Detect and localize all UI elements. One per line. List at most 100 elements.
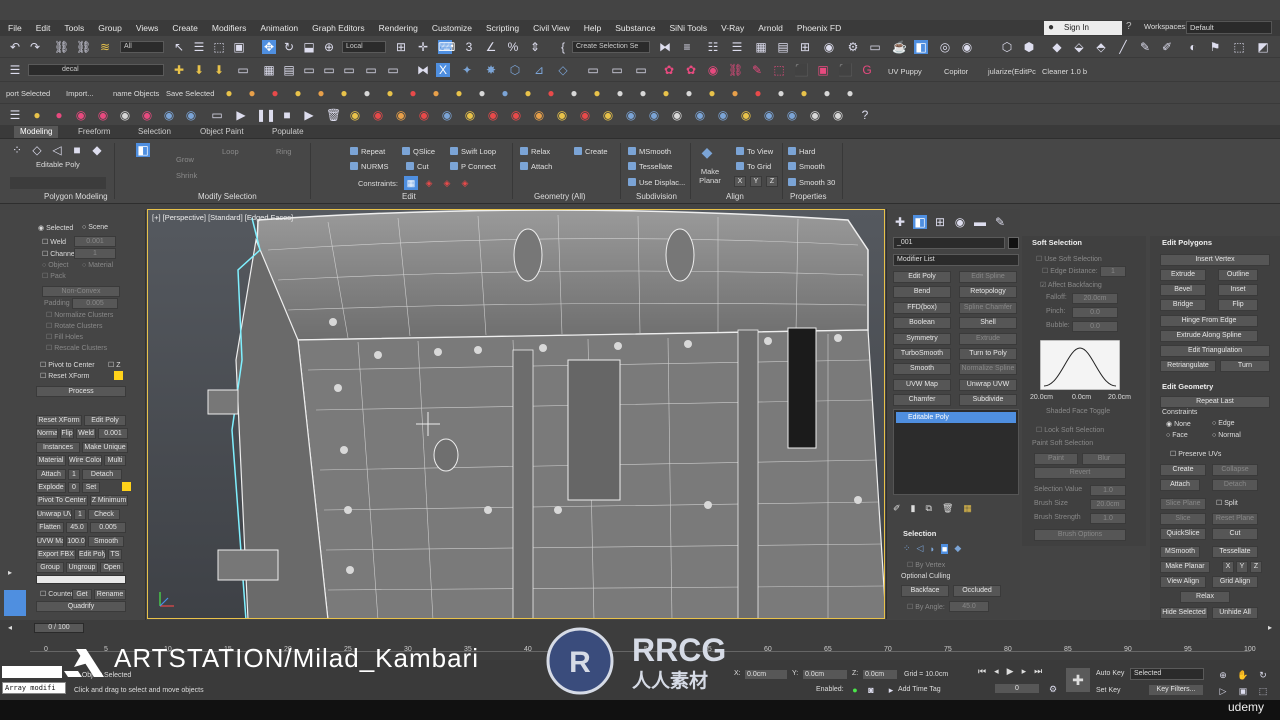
- color-d-icon[interactable]: ◉: [96, 108, 110, 122]
- spinner-snap-icon[interactable]: ⇕: [528, 40, 542, 54]
- mirror-icon[interactable]: ⧓: [658, 40, 672, 54]
- tessellate-button[interactable]: Tessellate: [628, 162, 672, 171]
- flip-button[interactable]: Flip: [1218, 299, 1258, 311]
- material-preset-icon[interactable]: ●: [222, 86, 236, 100]
- edit-named-selection-icon[interactable]: {: [556, 40, 570, 54]
- menu-item-tools[interactable]: Tools: [64, 23, 84, 33]
- use-soft-selection-checkbox[interactable]: ☐ Use Soft Selection: [1036, 255, 1102, 263]
- color-a-icon[interactable]: ●: [30, 108, 44, 122]
- y-coord-field[interactable]: 0.0cm: [802, 669, 848, 680]
- material-preset-icon[interactable]: ●: [636, 86, 650, 100]
- pivot-checkbox[interactable]: ☐ Pivot to Center: [40, 361, 95, 369]
- schematic-view-icon[interactable]: ⊞: [798, 40, 812, 54]
- script-f-icon[interactable]: ▭: [586, 63, 600, 77]
- planar-x-button[interactable]: X: [1222, 561, 1234, 573]
- material-preset-icon[interactable]: ●: [475, 86, 489, 100]
- fx-preset-icon[interactable]: ◉: [785, 108, 799, 122]
- material-preset-icon[interactable]: ●: [820, 86, 834, 100]
- quick-tool-button[interactable]: Set: [82, 482, 100, 493]
- smooth-button[interactable]: Smooth: [788, 162, 825, 171]
- script-p-icon[interactable]: ▣: [816, 63, 830, 77]
- tab-object-paint[interactable]: Object Paint: [194, 126, 250, 138]
- motion-tab-icon[interactable]: ◉: [953, 215, 967, 229]
- fx-preset-icon[interactable]: ◉: [532, 108, 546, 122]
- script-b-icon[interactable]: ✸: [484, 63, 498, 77]
- quick-tool-button[interactable]: Explode: [36, 482, 66, 493]
- material-preset-icon[interactable]: ●: [751, 86, 765, 100]
- tool-l-icon[interactable]: ◩: [1256, 40, 1270, 54]
- fx-preset-icon[interactable]: ◉: [486, 108, 500, 122]
- fov-icon[interactable]: ▷: [1216, 684, 1230, 698]
- fx-preset-icon[interactable]: ◉: [394, 108, 408, 122]
- menu-item-customize[interactable]: Customize: [432, 23, 472, 33]
- blur-button[interactable]: Blur: [1082, 453, 1126, 465]
- object-color-swatch[interactable]: [1008, 237, 1019, 249]
- expand-arrow-icon[interactable]: ▸: [8, 568, 12, 577]
- tool-g-icon[interactable]: ✎: [1138, 40, 1152, 54]
- display-tab-icon[interactable]: ▬: [973, 215, 987, 229]
- quick-tool-button[interactable]: Instances: [36, 441, 80, 453]
- menu-item-rendering[interactable]: Rendering: [379, 23, 418, 33]
- key-filters-button[interactable]: Key Filters...: [1148, 684, 1204, 696]
- view-align-button[interactable]: View Align: [1160, 576, 1206, 588]
- tool-f-icon[interactable]: ╱: [1116, 40, 1130, 54]
- make-planar-button[interactable]: Make Planar: [698, 167, 722, 185]
- hide-selected-button[interactable]: Hide Selected: [1160, 607, 1208, 619]
- named-selection-dropdown[interactable]: Create Selection Se: [572, 41, 650, 53]
- unlink-icon[interactable]: ⛓: [76, 40, 91, 54]
- turn-button[interactable]: Turn: [1220, 360, 1270, 372]
- quick-tool-button[interactable]: Ungroup: [66, 562, 98, 574]
- quick-tool-button[interactable]: 1: [68, 468, 80, 480]
- link-icon[interactable]: ⛓: [54, 40, 69, 54]
- script-e-icon[interactable]: ◇: [556, 63, 570, 77]
- script-a-icon[interactable]: ✦: [460, 63, 474, 77]
- orbit-icon[interactable]: ↻: [1256, 668, 1270, 682]
- set-key-big-icon[interactable]: ✚: [1066, 668, 1090, 692]
- reset-plane-button[interactable]: Reset Plane: [1212, 513, 1258, 525]
- quick-tool-button[interactable]: Z Minimum: [90, 495, 128, 507]
- auto-key-button[interactable]: Auto Key: [1096, 670, 1124, 677]
- extrude-along-spline-button[interactable]: Extrude Along Spline: [1160, 330, 1258, 342]
- border-mode-icon[interactable]: ◁: [50, 143, 64, 157]
- section-align[interactable]: Align: [726, 192, 744, 201]
- tool-k-icon[interactable]: ⬚: [1232, 40, 1246, 54]
- channel-checkbox[interactable]: ☐ Channel: [42, 250, 76, 258]
- toggle-ribbon-icon[interactable]: ▦: [754, 40, 768, 54]
- menu-item-help[interactable]: Help: [584, 23, 601, 33]
- modifier-button[interactable]: Boolean: [893, 317, 951, 330]
- section-polygon-modeling[interactable]: Polygon Modeling: [44, 192, 108, 201]
- fx-preset-icon[interactable]: ◉: [624, 108, 638, 122]
- quick-tool-button[interactable]: Open: [100, 562, 124, 574]
- modifier-button[interactable]: FFD(box): [893, 301, 951, 314]
- material-preset-icon[interactable]: ●: [797, 86, 811, 100]
- slice-plane-button[interactable]: Slice Plane: [1160, 498, 1206, 510]
- current-frame-field[interactable]: 0: [994, 683, 1040, 694]
- window-crossing-icon[interactable]: ▣: [232, 40, 246, 54]
- material-preset-icon[interactable]: ●: [291, 86, 305, 100]
- by-angle-value[interactable]: 45.0: [949, 601, 989, 612]
- script-g-icon[interactable]: ▭: [610, 63, 624, 77]
- fx-preset-icon[interactable]: ◉: [808, 108, 822, 122]
- fx-preset-icon[interactable]: ◉: [739, 108, 753, 122]
- time-tag-icon[interactable]: ▸: [884, 683, 898, 697]
- quick-tool-button[interactable]: Attach: [36, 468, 66, 480]
- quick-tool-button[interactable]: Weld: [76, 428, 96, 440]
- rename-button[interactable]: Rename: [94, 589, 126, 600]
- ring-button[interactable]: Ring: [276, 147, 291, 156]
- quickslice-button[interactable]: QuickSlice: [1160, 528, 1206, 540]
- cleaner-button[interactable]: Cleaner 1.0 b: [1042, 67, 1087, 76]
- uv-puppy-button[interactable]: UV Puppy: [888, 67, 922, 76]
- make-unique-icon[interactable]: ⧉: [926, 503, 932, 514]
- symmetry-tool-icon[interactable]: ⧓: [416, 63, 430, 77]
- channel-value[interactable]: 1: [74, 248, 116, 259]
- maximize-viewport-icon[interactable]: ⬚: [1256, 684, 1270, 698]
- object-radio[interactable]: ○ Object: [42, 262, 68, 269]
- layer-dropdown[interactable]: decal: [28, 64, 164, 76]
- material-preset-icon[interactable]: ●: [452, 86, 466, 100]
- fx-preset-icon[interactable]: ◉: [762, 108, 776, 122]
- loop-button[interactable]: Loop: [222, 147, 239, 156]
- split-checkbox[interactable]: ☐ Split: [1216, 499, 1238, 507]
- sel-polygon-icon[interactable]: ■: [940, 543, 949, 554]
- relax-button[interactable]: Relax: [520, 147, 550, 156]
- menu-item-views[interactable]: Views: [136, 23, 159, 33]
